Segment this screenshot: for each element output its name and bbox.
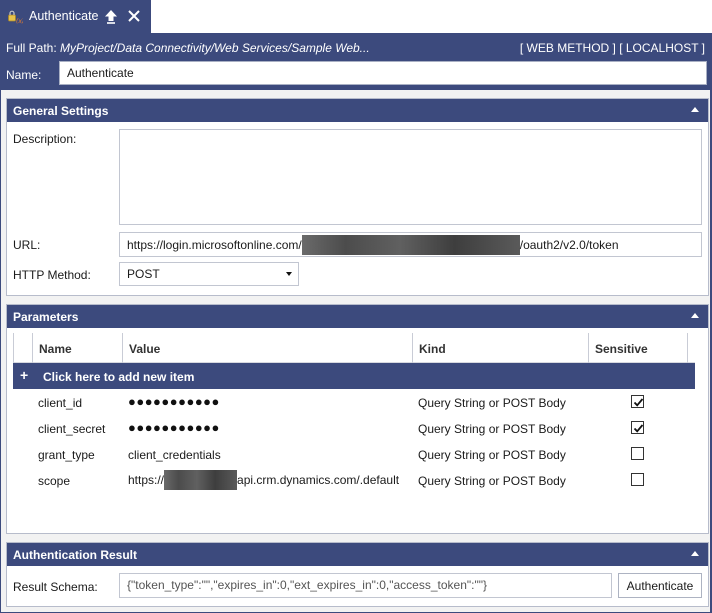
header: Full Path: MyProject/Data Connectivity/W… (0, 33, 712, 90)
full-path-label: Full Path: (6, 41, 57, 55)
sensitive-checkbox[interactable] (631, 447, 644, 460)
param-name: grant_type (38, 448, 95, 462)
url-field[interactable]: https://login.microsoftonline.com/ /oaut… (119, 232, 702, 257)
parameters-panel: Parameters Name Value Kind Sensitive + C… (6, 304, 709, 534)
grid-header: Name Value Kind Sensitive (13, 333, 695, 363)
url-suffix: /oauth2/v2.0/token (519, 237, 619, 252)
param-name: scope (38, 474, 71, 488)
parameters-grid: Name Value Kind Sensitive + Click here t… (13, 333, 695, 493)
column-header-name[interactable]: Name (32, 333, 122, 363)
param-value-masked: ●●●●●●●●●●● (128, 420, 220, 435)
general-settings-panel: General Settings Description: URL: https… (6, 98, 709, 296)
add-new-item-label: Click here to add new item (43, 370, 195, 384)
result-schema-field[interactable]: {"token_type":"","expires_in":0,"ext_exp… (119, 573, 612, 598)
table-row[interactable]: grant_type client_credentials Query Stri… (13, 441, 695, 467)
svg-text:(x): (x) (16, 18, 23, 25)
param-value-masked: ●●●●●●●●●●● (128, 394, 220, 409)
http-method-value: POST (127, 267, 160, 281)
sensitive-checkbox[interactable] (631, 421, 644, 434)
tab-title: Authenticate (29, 9, 99, 23)
param-value: client_credentials (128, 448, 221, 462)
redacted-block (164, 470, 238, 490)
column-header-value[interactable]: Value (122, 333, 412, 363)
url-prefix: https://login.microsoftonline.com/ (127, 237, 302, 252)
param-name: client_id (38, 396, 83, 410)
column-header-sensitive[interactable]: Sensitive (588, 333, 688, 363)
redacted-block (301, 234, 520, 255)
column-header-kind[interactable]: Kind (412, 333, 588, 363)
param-value: https:// api.crm.dynamics.com/.default (128, 470, 399, 490)
param-name: client_secret (38, 422, 106, 436)
name-field[interactable]: Authenticate (59, 61, 707, 85)
param-kind: Query String or POST Body (418, 448, 566, 462)
scope-value-prefix: https:// (128, 473, 165, 487)
close-icon[interactable] (126, 8, 142, 24)
chevron-down-icon (286, 272, 292, 276)
general-settings-header[interactable]: General Settings (7, 99, 708, 122)
param-kind: Query String or POST Body (418, 474, 566, 488)
http-method-label: HTTP Method: (13, 268, 91, 282)
scope-value-suffix: api.crm.dynamics.com/.default (237, 473, 400, 487)
plus-icon: + (20, 367, 29, 383)
authentication-result-title: Authentication Result (13, 548, 138, 562)
collapse-icon[interactable] (691, 107, 699, 112)
table-row[interactable]: scope https:// api.crm.dynamics.com/.def… (13, 467, 695, 493)
general-settings-title: General Settings (13, 104, 109, 118)
table-row[interactable]: client_secret ●●●●●●●●●●● Query String o… (13, 415, 695, 441)
parameters-header[interactable]: Parameters (7, 305, 708, 328)
full-path-value: MyProject/Data Connectivity/Web Services… (60, 41, 370, 55)
parameters-title: Parameters (13, 310, 79, 324)
param-kind: Query String or POST Body (418, 396, 566, 410)
editor-body: General Settings Description: URL: https… (1, 90, 710, 612)
description-field[interactable] (119, 129, 702, 225)
url-label: URL: (13, 238, 41, 252)
tab-authenticate[interactable]: (x) Authenticate (0, 0, 151, 33)
add-new-item-row[interactable]: + Click here to add new item (13, 363, 695, 389)
editor-frame: General Settings Description: URL: https… (0, 90, 712, 613)
param-kind: Query String or POST Body (418, 422, 566, 436)
http-method-select[interactable]: POST (119, 262, 299, 286)
lock-function-icon: (x) (7, 9, 24, 25)
tab-strip: (x) Authenticate (0, 0, 712, 33)
collapse-icon[interactable] (691, 313, 699, 318)
name-label: Name: (6, 68, 42, 82)
authentication-result-header[interactable]: Authentication Result (7, 543, 708, 566)
result-schema-label: Result Schema: (13, 580, 98, 594)
method-context-label: [ WEB METHOD ] [ LOCALHOST ] (519, 41, 705, 55)
authenticate-button[interactable]: Authenticate (618, 573, 702, 598)
pin-icon[interactable] (104, 9, 118, 25)
table-row[interactable]: client_id ●●●●●●●●●●● Query String or PO… (13, 389, 695, 415)
authentication-result-panel: Authentication Result Result Schema: {"t… (6, 542, 709, 607)
collapse-icon[interactable] (691, 551, 699, 556)
grid-header-spacer (13, 333, 32, 363)
sensitive-checkbox[interactable] (631, 395, 644, 408)
description-label: Description: (13, 132, 77, 146)
sensitive-checkbox[interactable] (631, 473, 644, 486)
